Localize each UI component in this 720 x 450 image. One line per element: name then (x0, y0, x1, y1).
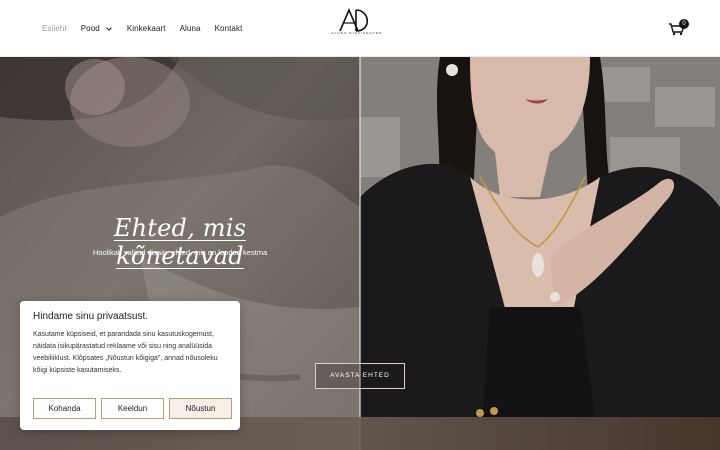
hero-subtitle: Hoolikalt valitud disain: ehted, mis on … (92, 248, 268, 257)
site-header: Esileht Pood Kinkekaart Aluna Kontakt AL… (0, 0, 720, 57)
cookie-title: Hindame sinu privaatsust. (33, 311, 149, 322)
nav-item-pood[interactable]: Pood (81, 24, 113, 33)
nav-item-kinkekaart[interactable]: Kinkekaart (127, 24, 166, 33)
nav-item-label: Esileht (42, 24, 67, 33)
customize-button[interactable]: Kohanda (33, 398, 96, 419)
cart-count-badge: 0 (679, 19, 689, 29)
nav-item-aluna[interactable]: Aluna (180, 24, 201, 33)
nav-item-kontakt[interactable]: Kontakt (215, 24, 243, 33)
nav-item-label: Aluna (179, 24, 201, 33)
hero-title: Ehted, mis kõnetavad (113, 214, 247, 270)
brand-tagline: ALUNA DISAINEHTED (331, 31, 383, 35)
chevron-down-icon (106, 26, 112, 31)
hero-image-model (360, 57, 720, 450)
nav-item-esileht[interactable]: Esileht (42, 24, 67, 33)
cookie-buttons: Kohanda Keeldun Nõustun (33, 398, 232, 419)
main-nav: Esileht Pood Kinkekaart Aluna Kontakt (42, 0, 242, 57)
nav-item-label: Pood (80, 24, 100, 33)
cookie-consent-dialog: Hindame sinu privaatsust. Kasutame küpsi… (20, 301, 240, 430)
nav-item-label: Kinkekaart (126, 24, 166, 33)
accept-button[interactable]: Nõustun (169, 398, 232, 419)
reject-button[interactable]: Keeldun (101, 398, 164, 419)
explore-jewelry-button[interactable]: AVASTA EHTED (315, 363, 405, 389)
cookie-text: Kasutame küpsiseid, et parandada sinu ka… (33, 331, 218, 374)
nav-item-label: Kontakt (214, 24, 243, 33)
hero-divider (359, 57, 361, 450)
